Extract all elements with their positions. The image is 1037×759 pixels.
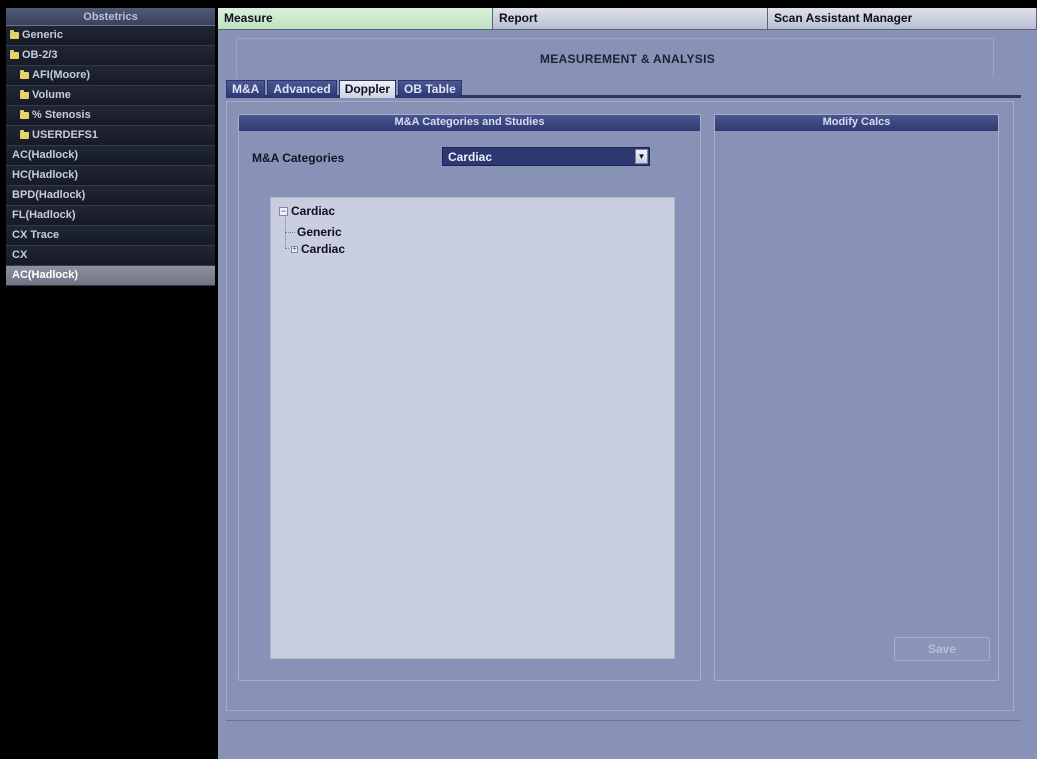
sidebar-item-label: FL(Hadlock): [12, 209, 76, 221]
collapse-icon[interactable]: −: [279, 206, 288, 216]
tab-ob-table[interactable]: OB Table: [398, 80, 462, 98]
sidebar-item[interactable]: BPD(Hadlock): [6, 186, 215, 206]
save-button[interactable]: Save: [894, 637, 990, 661]
folder-icon: [20, 110, 29, 119]
tree-connector: [285, 232, 295, 233]
ultrasound-measure-screen: Obstetrics Generic OB-2/3 AFI(Moore) Volume…: [0, 0, 1037, 759]
sidebar-item-label: USERDEFS1: [32, 129, 99, 141]
folder-icon: [20, 90, 29, 99]
sidebar-item[interactable]: % Stenosis: [6, 106, 215, 126]
sidebar-item-label: AC(Hadlock): [12, 149, 79, 161]
tab-ma[interactable]: M&A: [226, 80, 266, 98]
expand-icon[interactable]: +: [291, 245, 298, 253]
tab-doppler[interactable]: Doppler: [338, 80, 397, 98]
tree-node-label: Cardiac: [291, 204, 336, 218]
sidebar-item[interactable]: Generic: [6, 26, 215, 46]
modify-calcs-title: Modify Calcs: [715, 115, 998, 131]
sidebar-item-label: AFI(Moore): [32, 69, 91, 81]
sidebar-item[interactable]: Volume: [6, 86, 215, 106]
sub-tab-bar: M&A Advanced Doppler OB Table: [226, 80, 464, 98]
folder-icon: [10, 50, 19, 59]
sidebar-item[interactable]: USERDEFS1: [6, 126, 215, 146]
categories-dropdown-value: Cardiac: [448, 149, 493, 164]
sidebar-item-label: BPD(Hadlock): [12, 189, 86, 201]
sidebar-item[interactable]: AFI(Moore): [6, 66, 215, 86]
sidebar-list: Generic OB-2/3 AFI(Moore) Volume % Stenosis U…: [6, 26, 215, 286]
tab-measure-label: Measure: [224, 11, 273, 25]
tab-advanced[interactable]: Advanced: [267, 80, 337, 98]
modify-calcs-panel: Modify Calcs: [714, 114, 999, 681]
sidebar-item[interactable]: AC(Hadlock): [6, 146, 215, 166]
sidebar-item-label: % Stenosis: [32, 109, 91, 121]
folder-icon: [20, 130, 29, 139]
main-area: Measure Report Scan Assistant Manager ME…: [218, 8, 1037, 759]
tree-connector: [285, 248, 289, 249]
sidebar-item-label: HC(Hadlock): [12, 169, 79, 181]
studies-tree[interactable]: − Cardiac Generic + Cardiac: [270, 197, 675, 659]
sidebar-item-label: CX: [12, 249, 28, 261]
categories-label: M&A Categories: [252, 151, 345, 165]
chevron-down-icon[interactable]: ▼: [635, 149, 648, 164]
sidebar-item[interactable]: CX: [6, 246, 215, 266]
sidebar-item-label: Generic: [22, 29, 63, 41]
tree-node-root[interactable]: − Cardiac: [279, 204, 335, 218]
sidebar-item[interactable]: OB-2/3: [6, 46, 215, 66]
page-title: MEASUREMENT & ANALYSIS: [539, 52, 716, 66]
sidebar-title: Obstetrics: [6, 8, 215, 26]
tab-report-label: Report: [499, 11, 538, 25]
sidebar-item-label: Volume: [32, 89, 71, 101]
sidebar-item-label: OB-2/3: [22, 49, 58, 61]
tree-node-label: Cardiac: [301, 242, 346, 256]
categories-dropdown[interactable]: Cardiac ▼: [442, 147, 650, 166]
sidebar-item[interactable]: CX Trace: [6, 226, 215, 246]
sidebar-item[interactable]: FL(Hadlock): [6, 206, 215, 226]
tree-node-label: Generic: [297, 225, 342, 239]
tab-scan-assistant-manager[interactable]: Scan Assistant Manager: [768, 8, 1037, 30]
folder-icon: [10, 30, 19, 39]
sidebar-item[interactable]: HC(Hadlock): [6, 166, 215, 186]
sidebar-item[interactable]: AC(Hadlock): [6, 266, 215, 286]
folder-icon: [20, 70, 29, 79]
measurement-sidebar: Obstetrics Generic OB-2/3 AFI(Moore) Volume…: [6, 8, 215, 759]
tab-scan-assistant-manager-label: Scan Assistant Manager: [774, 11, 913, 25]
sidebar-item-label: AC(Hadlock): [12, 269, 79, 281]
tree-node-generic[interactable]: Generic: [297, 225, 342, 239]
sidebar-item-label: CX Trace: [12, 229, 60, 241]
divider: [226, 720, 1021, 721]
tree-node-cardiac[interactable]: + Cardiac: [291, 242, 345, 256]
tab-measure[interactable]: Measure: [218, 8, 493, 30]
categories-panel-title: M&A Categories and Studies: [239, 115, 700, 131]
top-tab-bar: Measure Report Scan Assistant Manager: [218, 8, 1037, 30]
tab-report[interactable]: Report: [493, 8, 768, 30]
